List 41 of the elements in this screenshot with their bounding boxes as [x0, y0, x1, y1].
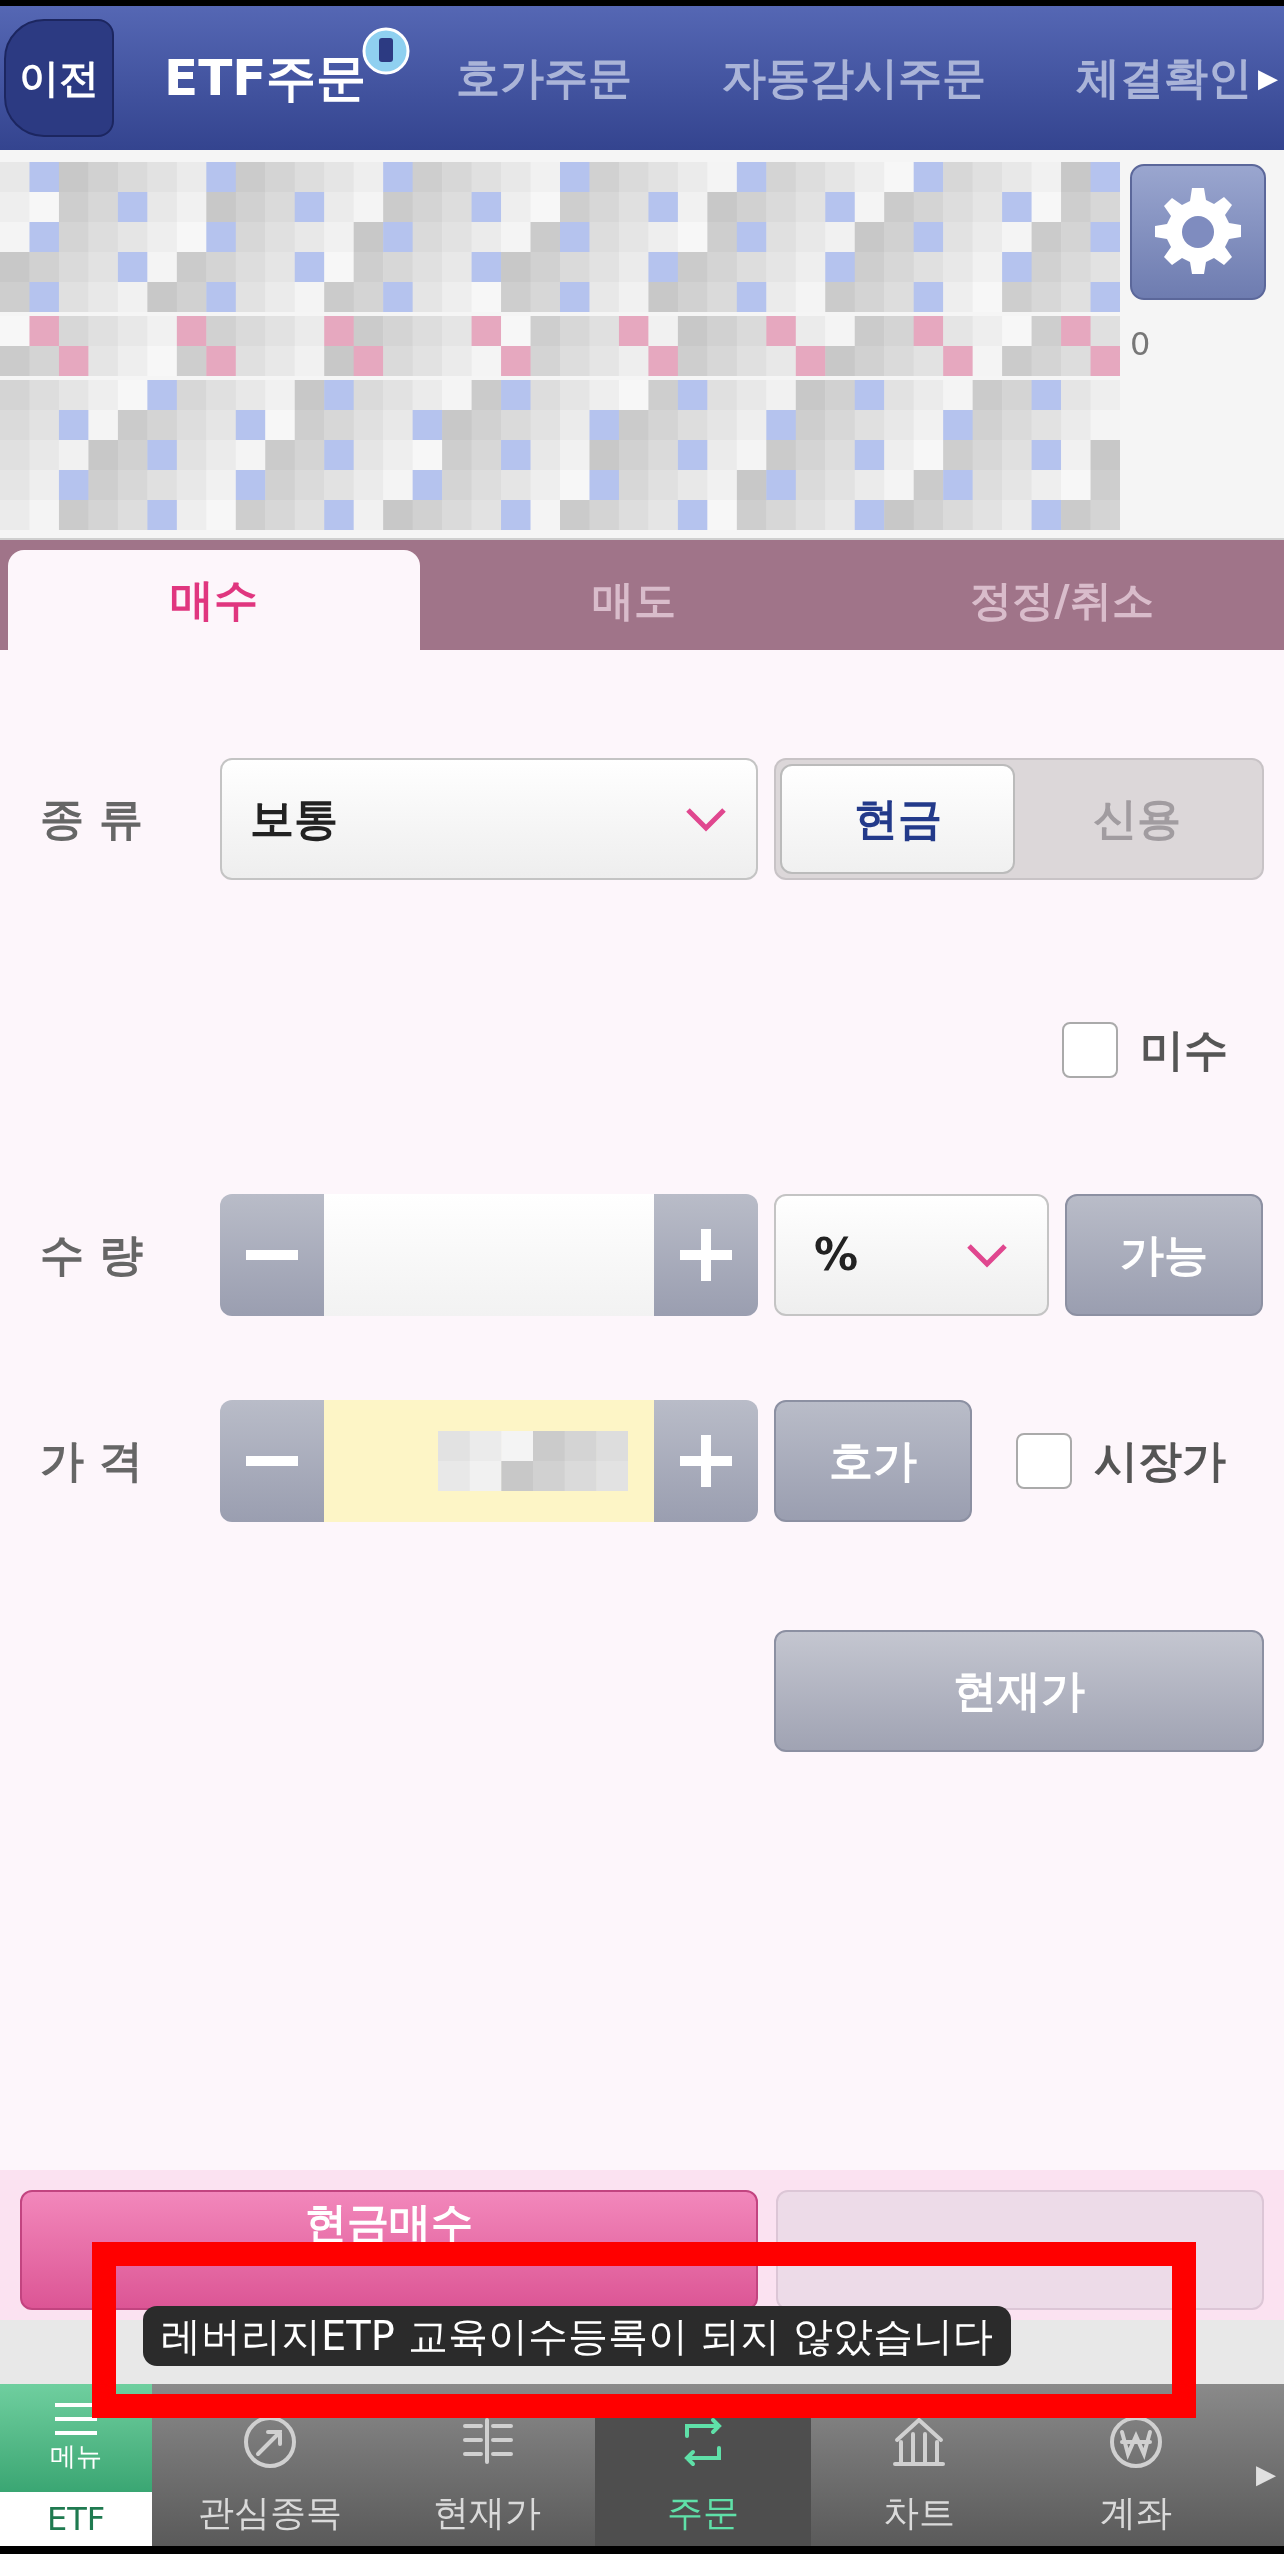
header-tab[interactable]: 자동감시주문	[722, 45, 987, 111]
back-button[interactable]: 이전	[4, 19, 114, 137]
plus-icon	[680, 1229, 732, 1281]
quantity-field[interactable]	[324, 1194, 654, 1316]
order-tab[interactable]: 매도	[420, 550, 848, 650]
menu-button[interactable]: 메뉴	[0, 2384, 152, 2492]
etf-label: ETF	[0, 2492, 152, 2546]
order-type-dropdown[interactable]: 보통	[220, 758, 758, 880]
more-arrow[interactable]: ▶	[1258, 58, 1278, 98]
field-label: 수 량	[39, 1228, 145, 1282]
balance-value: 0	[1130, 324, 1151, 365]
current-price-button[interactable]: 현재가	[774, 1630, 1264, 1752]
nav-tab[interactable]: 차트	[811, 2396, 1028, 2546]
toggle-option[interactable]: 현금	[780, 764, 1015, 874]
checkbox[interactable]	[1062, 1022, 1118, 1078]
minus-icon	[246, 1250, 298, 1260]
field-label: 종 류	[39, 792, 145, 846]
minus-icon	[246, 1456, 298, 1466]
unit-dropdown[interactable]: %	[774, 1194, 1049, 1316]
header-tab[interactable]: 호가주문	[456, 45, 633, 111]
quote-button[interactable]: 호가	[774, 1400, 972, 1522]
order-tab[interactable]: 매수	[8, 550, 420, 650]
available-button[interactable]: 가능	[1065, 1194, 1263, 1316]
chevron-down-icon	[965, 1242, 1009, 1268]
settings-button[interactable]	[1130, 164, 1266, 300]
checkbox-label: 시장가	[1094, 1434, 1226, 1488]
checkbox[interactable]	[1016, 1433, 1072, 1489]
price-field[interactable]	[324, 1400, 654, 1522]
nav-tab[interactable]: 현재가	[378, 2396, 595, 2546]
checkbox-label: 미수	[1140, 1023, 1228, 1077]
toast-message: 레버리지ETP 교육이수등록이 되지 않았습니다	[143, 2306, 1011, 2366]
more-arrow[interactable]: ▶	[1256, 2455, 1276, 2494]
nav-tab[interactable]: 계좌	[1027, 2396, 1245, 2546]
field-label: 가 격	[39, 1434, 145, 1488]
nav-tab[interactable]: 관심종목	[162, 2396, 379, 2546]
menu-icon	[53, 2400, 99, 2437]
header-tab[interactable]: ETF주문	[164, 40, 367, 116]
plus-icon	[680, 1435, 732, 1487]
chevron-down-icon	[684, 806, 728, 832]
header-tab[interactable]: 체결확인	[1076, 45, 1252, 111]
order-tab[interactable]: 정정/취소	[848, 550, 1276, 650]
